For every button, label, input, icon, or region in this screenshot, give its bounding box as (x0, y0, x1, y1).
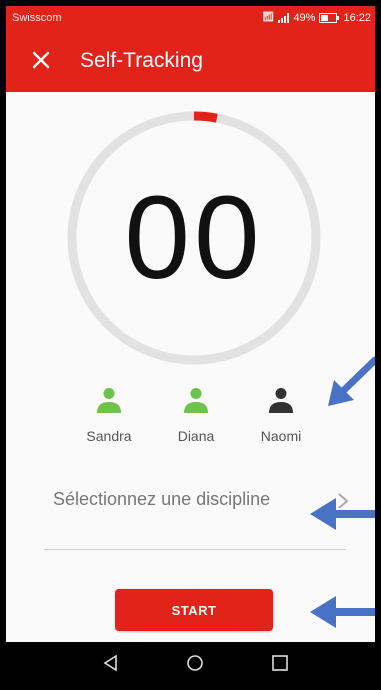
participant-naomi[interactable]: Naomi (241, 387, 321, 444)
close-icon[interactable] (26, 45, 56, 75)
person-icon (97, 388, 121, 413)
battery-icon (319, 13, 340, 23)
timer-counter: 00 (124, 172, 264, 304)
participant-name: Naomi (260, 428, 302, 444)
discipline-placeholder: Sélectionnez une discipline (53, 489, 271, 509)
discipline-select[interactable]: Sélectionnez une discipline (44, 481, 349, 550)
participant-name: Diana (177, 428, 215, 444)
person-icon (184, 388, 208, 413)
status-icons: 📶︎ 49% 16:22 (262, 6, 371, 30)
annotation-arrow-icon (310, 498, 375, 530)
back-icon[interactable] (99, 651, 123, 675)
participant-diana[interactable]: Diana (156, 387, 236, 444)
participant-list: Sandra Diana Naomi (64, 387, 324, 467)
signal-icon (278, 13, 290, 23)
recents-icon[interactable] (268, 651, 292, 675)
status-bar: Swisscom 📶︎ 49% 16:22 (6, 6, 375, 30)
battery-percent: 49% (293, 12, 316, 24)
timer-ring: 00 (64, 108, 324, 368)
home-icon[interactable] (183, 651, 207, 675)
app-bar: Self-Tracking (6, 30, 375, 92)
person-icon (269, 388, 293, 413)
page-title: Self-Tracking (80, 49, 203, 72)
phone-screen: Swisscom 📶︎ 49% 16:22 Self-Tracking 00 S… (6, 6, 375, 684)
participant-name: Sandra (86, 428, 132, 444)
clock: 16:22 (343, 12, 371, 24)
annotation-arrow-icon (310, 596, 375, 628)
wifi-icon: 📶︎ (261, 12, 275, 23)
carrier-name: Swisscom (12, 12, 62, 24)
annotation-arrow-icon (328, 356, 375, 406)
participant-sandra[interactable]: Sandra (69, 387, 149, 444)
android-nav-bar (6, 642, 375, 684)
start-button[interactable]: START (115, 589, 273, 631)
